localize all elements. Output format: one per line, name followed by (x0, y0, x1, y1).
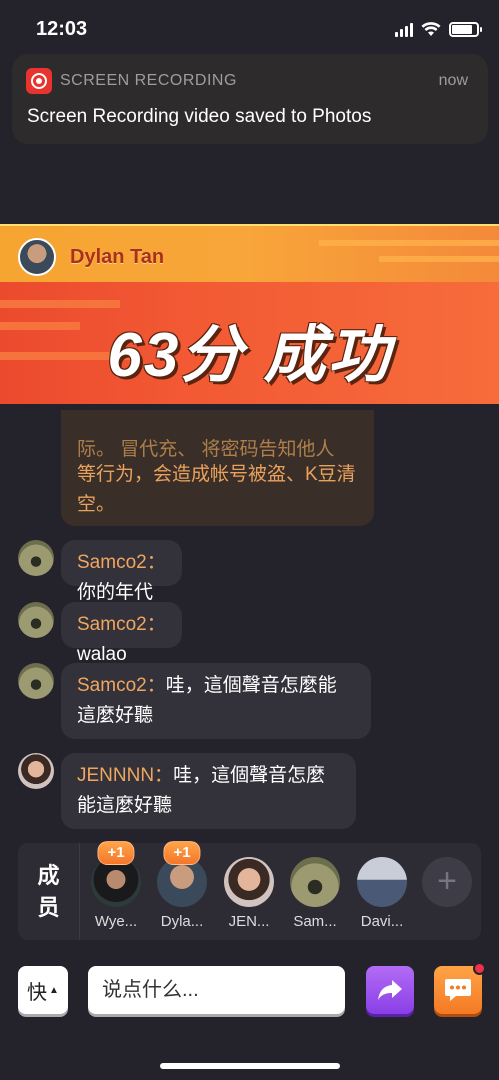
chat-button[interactable] (434, 962, 486, 1014)
chat-bubble-icon (445, 979, 471, 1001)
status-time: 12:03 (36, 18, 88, 40)
chat-bubble: Samco2：walao cheating (61, 602, 182, 695)
battery-icon (449, 22, 482, 37)
quick-phrase-button[interactable]: 快 ▲ (18, 966, 68, 1014)
chat-text: 你的年代 (77, 582, 154, 603)
user-avatar[interactable] (18, 602, 54, 638)
plus-one-badge: +1 (97, 841, 135, 865)
user-avatar[interactable] (18, 753, 54, 789)
member-name: Davi... (360, 913, 404, 930)
chat-input[interactable] (88, 966, 345, 1014)
members-bar: 成 员 +1 Wye... +1 Dyla... JEN... Sam... D… (18, 841, 481, 940)
plus-one-badge: +1 (163, 841, 201, 865)
member-avatar: +1 (157, 841, 207, 907)
system-message-text: 等行为，会造成帐号被盗、K豆清空。 (77, 464, 356, 515)
member-item[interactable]: +1 Dyla... (156, 841, 208, 930)
status-icons (395, 22, 482, 37)
chat-bubble: Samco2：哇，這個聲音怎麼能這麼好聽 (61, 663, 371, 739)
chat-bubble: JENNNN：哇，這個聲音怎麼能這麼好聽 (61, 753, 356, 829)
user-avatar[interactable] (18, 663, 54, 699)
status-bar: 12:03 (0, 0, 499, 60)
member-avatar (357, 857, 407, 907)
member-item[interactable]: +1 Wye... (90, 841, 142, 930)
member-name: Sam... (293, 913, 337, 930)
notification-body: Screen Recording video saved to Photos (27, 106, 372, 127)
member-item[interactable]: Davi... (356, 857, 408, 930)
chat-bubble: Samco2： 你的年代 (61, 540, 182, 603)
score-result: 63分 成功 (107, 321, 392, 390)
share-button[interactable] (366, 966, 414, 1014)
screen-recording-icon (26, 68, 52, 94)
member-item[interactable]: JEN... (223, 857, 275, 930)
chat-username[interactable]: Samco2： (77, 552, 166, 573)
caret-up-icon: ▲ (49, 984, 59, 996)
singer-avatar (18, 238, 56, 276)
screen-recording-notification[interactable]: SCREEN RECORDING now Screen Recording vi… (12, 54, 488, 144)
cellular-signal-icon (395, 22, 413, 37)
wifi-icon (421, 22, 441, 36)
notification-app-name: SCREEN RECORDING (60, 72, 237, 89)
singer-name: Dylan Tan (70, 246, 165, 268)
member-avatar: +1 (91, 841, 141, 907)
share-arrow-icon (378, 980, 402, 1000)
score-banner: 63分 成功 (0, 282, 499, 404)
quick-phrase-label: 快 (27, 981, 48, 1004)
member-name: Dyla... (160, 913, 204, 930)
system-message-partial: 际。 冒代充、 将密码告知他人 (77, 439, 335, 460)
members-label: 成 员 (18, 843, 80, 940)
add-member-button[interactable]: + (422, 857, 472, 907)
member-avatar (224, 857, 274, 907)
notification-time: now (438, 72, 468, 89)
chat-username[interactable]: Samco2： (77, 614, 166, 635)
member-item[interactable]: Sam... (289, 857, 341, 930)
member-name: JEN... (228, 913, 270, 930)
member-avatar (290, 857, 340, 907)
notification-dot (473, 962, 486, 975)
member-name: Wye... (94, 913, 138, 930)
score-banner-header: Dylan Tan (0, 224, 499, 282)
chat-username[interactable]: Samco2： (77, 675, 166, 696)
system-message: 际。 冒代充、 将密码告知他人 等行为，会造成帐号被盗、K豆清空。 (61, 410, 374, 526)
chat-username[interactable]: JENNNN： (77, 765, 173, 786)
user-avatar[interactable] (18, 540, 54, 576)
home-indicator[interactable] (160, 1063, 340, 1069)
